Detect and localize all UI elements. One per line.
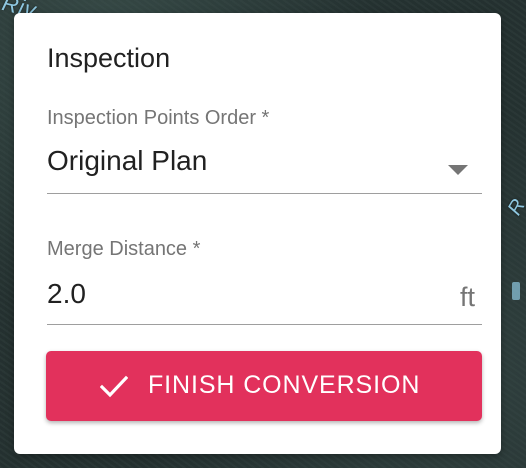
inspection-panel: Inspection Inspection Points Order * Ori… (14, 13, 501, 454)
inspection-points-order-select[interactable]: Inspection Points Order * Original Plan (47, 107, 482, 197)
dropdown-arrow-icon[interactable] (448, 165, 468, 175)
input-underline (47, 324, 482, 325)
merge-distance-field: Merge Distance * ft (47, 238, 482, 330)
map-label-fragment (512, 282, 520, 300)
select-underline (47, 193, 482, 194)
finish-conversion-button[interactable]: FINISH CONVERSION (46, 351, 482, 421)
merge-distance-unit: ft (460, 282, 476, 312)
check-icon (100, 375, 128, 398)
finish-conversion-label: FINISH CONVERSION (148, 371, 421, 399)
merge-distance-label: Merge Distance * (47, 238, 201, 260)
panel-title: Inspection (47, 43, 171, 73)
merge-distance-input[interactable] (47, 278, 437, 310)
inspection-points-order-label: Inspection Points Order * (47, 107, 270, 129)
inspection-points-order-value[interactable]: Original Plan (47, 145, 207, 177)
